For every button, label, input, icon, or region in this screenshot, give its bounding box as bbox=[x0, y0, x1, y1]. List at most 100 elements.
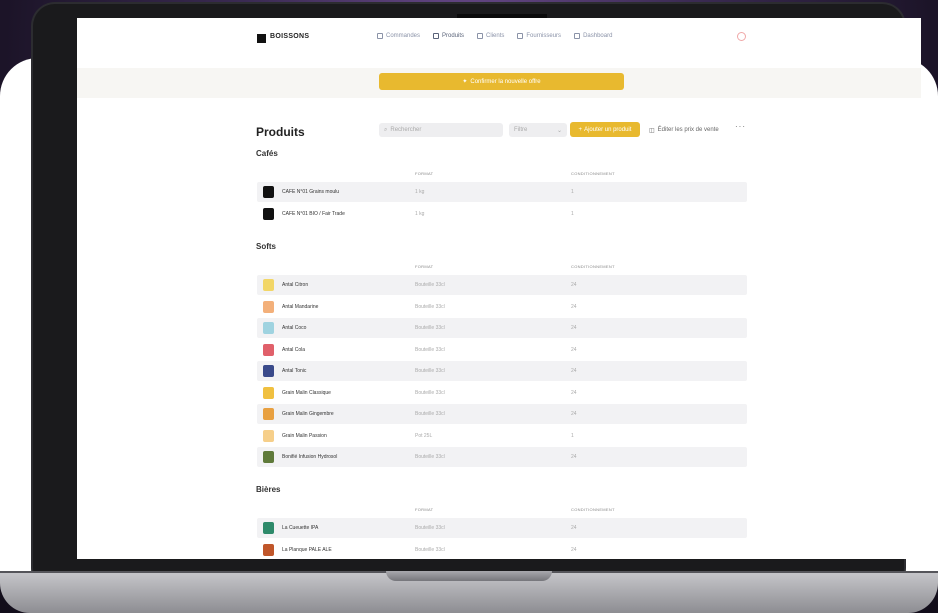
sparkle-icon: ✦ bbox=[462, 79, 468, 85]
product-conditionnement: 24 bbox=[571, 346, 577, 353]
column-header-format: FORMAT bbox=[415, 264, 434, 269]
top-navigation bbox=[77, 34, 921, 68]
product-conditionnement: 24 bbox=[571, 525, 577, 531]
product-name: Grain Malin Passion bbox=[282, 432, 327, 439]
product-conditionnement: 1 bbox=[571, 210, 574, 217]
product-format: Bouteille 33cl bbox=[415, 303, 445, 310]
product-format: 1 kg bbox=[415, 189, 425, 195]
product-row[interactable]: Antal Mandarine Bouteille 33cl 24 bbox=[257, 297, 747, 317]
product-conditionnement: 24 bbox=[571, 389, 577, 396]
users-icon bbox=[477, 33, 484, 39]
product-format: Bouteille 33cl bbox=[415, 546, 445, 553]
product-format: Bouteille 33cl bbox=[415, 454, 445, 460]
laptop-frame: BOISSONS Commandes Produits Clients Four… bbox=[33, 4, 921, 590]
product-name: Grain Malin Classique bbox=[282, 389, 331, 396]
logo-icon bbox=[257, 34, 266, 43]
product-conditionnement: 24 bbox=[571, 454, 577, 460]
nav-label: Fournisseurs bbox=[526, 33, 562, 39]
product-name: CAFE N°01 Grains moulu bbox=[282, 189, 340, 195]
product-row[interactable]: La Cueuette IPA Bouteille 33cl 24 bbox=[257, 518, 747, 538]
product-row[interactable]: CAFE N°01 BIO / Fair Trade 1 kg 1 bbox=[257, 204, 747, 224]
product-thumbnail bbox=[263, 451, 274, 463]
product-thumbnail bbox=[263, 543, 274, 556]
product-thumbnail bbox=[263, 186, 274, 198]
product-name: La Planque PALE ALE bbox=[282, 546, 332, 553]
product-row[interactable]: Bonifié Infusion Hydrosol Bouteille 33cl 2… bbox=[257, 447, 747, 467]
search-input[interactable]: ⌕ Rechercher bbox=[379, 123, 503, 137]
nav-item-dashboard[interactable]: Dashboard bbox=[574, 33, 612, 39]
product-conditionnement: 1 bbox=[571, 432, 574, 439]
product-thumbnail bbox=[263, 300, 274, 313]
nav-label: Produits bbox=[442, 33, 465, 39]
chart-icon bbox=[574, 33, 581, 39]
banner-label: Confirmer la nouvelle offre bbox=[470, 78, 541, 85]
product-thumbnail bbox=[263, 522, 274, 534]
list-icon bbox=[377, 33, 383, 39]
product-conditionnement: 24 bbox=[571, 411, 577, 417]
product-row[interactable]: CAFE N°01 Grains moulu 1 kg 1 bbox=[257, 182, 747, 202]
product-format: Bouteille 33cl bbox=[415, 325, 445, 331]
product-name: CAFE N°01 BIO / Fair Trade bbox=[282, 210, 345, 217]
grid-icon bbox=[433, 33, 440, 39]
product-conditionnement: 24 bbox=[571, 303, 577, 310]
product-thumbnail bbox=[263, 207, 274, 220]
product-conditionnement: 24 bbox=[571, 546, 577, 553]
laptop-base bbox=[0, 571, 938, 613]
product-format: Bouteille 33cl bbox=[415, 368, 445, 374]
product-thumbnail bbox=[263, 322, 274, 334]
main-nav: Commandes Produits Clients Fournisseurs … bbox=[377, 33, 612, 39]
product-row[interactable]: Antal Cola Bouteille 33cl 24 bbox=[257, 340, 747, 360]
search-placeholder: Rechercher bbox=[390, 127, 422, 133]
product-row[interactable]: Grain Malin Passion Pot 25L 1 bbox=[257, 426, 747, 446]
product-row[interactable]: Antal Coco Bouteille 33cl 24 bbox=[257, 318, 747, 338]
profile-icon[interactable] bbox=[737, 32, 746, 41]
product-conditionnement: 24 bbox=[571, 282, 577, 288]
search-icon: ⌕ bbox=[384, 126, 388, 133]
product-conditionnement: 1 bbox=[571, 189, 574, 195]
nav-label: Dashboard bbox=[583, 33, 613, 39]
column-header-conditionnement: CONDITIONNEMENT bbox=[571, 171, 615, 176]
product-row[interactable]: Grain Malin Classique Bouteille 33cl 24 bbox=[257, 383, 747, 403]
product-thumbnail bbox=[263, 365, 274, 377]
edit-prices-button[interactable]: ◫ Éditer les prix de vente bbox=[649, 123, 719, 137]
product-format: Bouteille 33cl bbox=[415, 282, 445, 288]
filter-select[interactable]: Filtre ⌄ bbox=[509, 123, 567, 137]
column-header-conditionnement: CONDITIONNEMENT bbox=[571, 507, 615, 512]
product-format: Pot 25L bbox=[415, 432, 433, 439]
product-row[interactable]: Antal Tonic Bouteille 33cl 24 bbox=[257, 361, 747, 381]
product-name: Antal Mandarine bbox=[282, 303, 319, 310]
nav-item-clients[interactable]: Clients bbox=[477, 33, 504, 39]
product-row[interactable]: Antal Citron Bouteille 33cl 24 bbox=[257, 275, 747, 295]
product-row[interactable]: La Planque PALE ALE Bouteille 33cl 24 bbox=[257, 540, 747, 560]
nav-item-produits[interactable]: Produits bbox=[433, 33, 464, 39]
section-title: Softs bbox=[256, 242, 276, 251]
chevron-down-icon: ⌄ bbox=[556, 127, 562, 134]
add-product-button[interactable]: + Ajouter un produit bbox=[570, 122, 640, 137]
plus-icon: + bbox=[578, 126, 583, 133]
product-name: Antal Coco bbox=[282, 325, 307, 331]
base-notch bbox=[386, 571, 552, 581]
prices-label: Éditer les prix de vente bbox=[657, 127, 719, 133]
product-thumbnail bbox=[263, 429, 274, 442]
product-thumbnail bbox=[263, 279, 274, 291]
section-title: Bières bbox=[256, 485, 281, 494]
app-screen: BOISSONS Commandes Produits Clients Four… bbox=[77, 18, 921, 559]
logo-text: BOISSONS bbox=[270, 33, 310, 40]
product-row[interactable]: Grain Malin Gingembre Bouteille 33cl 24 bbox=[257, 404, 747, 424]
product-name: Grain Malin Gingembre bbox=[282, 411, 334, 417]
column-header-conditionnement: CONDITIONNEMENT bbox=[571, 264, 615, 269]
product-format: Bouteille 33cl bbox=[415, 346, 445, 353]
truck-icon bbox=[517, 33, 524, 39]
filter-label: Filtre bbox=[514, 127, 528, 133]
product-name: Antal Cola bbox=[282, 346, 306, 353]
product-name: Bonifié Infusion Hydrosol bbox=[282, 454, 338, 460]
product-thumbnail bbox=[263, 386, 274, 399]
page-title: Produits bbox=[256, 125, 305, 139]
tag-icon: ◫ bbox=[649, 127, 655, 134]
column-header-format: FORMAT bbox=[415, 171, 434, 176]
product-conditionnement: 24 bbox=[571, 325, 577, 331]
offer-banner-button[interactable]: ✦ Confirmer la nouvelle offre bbox=[379, 73, 624, 90]
nav-item-commandes[interactable]: Commandes bbox=[377, 33, 420, 39]
more-options-button[interactable]: ··· bbox=[735, 122, 746, 131]
nav-item-fournisseurs[interactable]: Fournisseurs bbox=[517, 33, 561, 39]
